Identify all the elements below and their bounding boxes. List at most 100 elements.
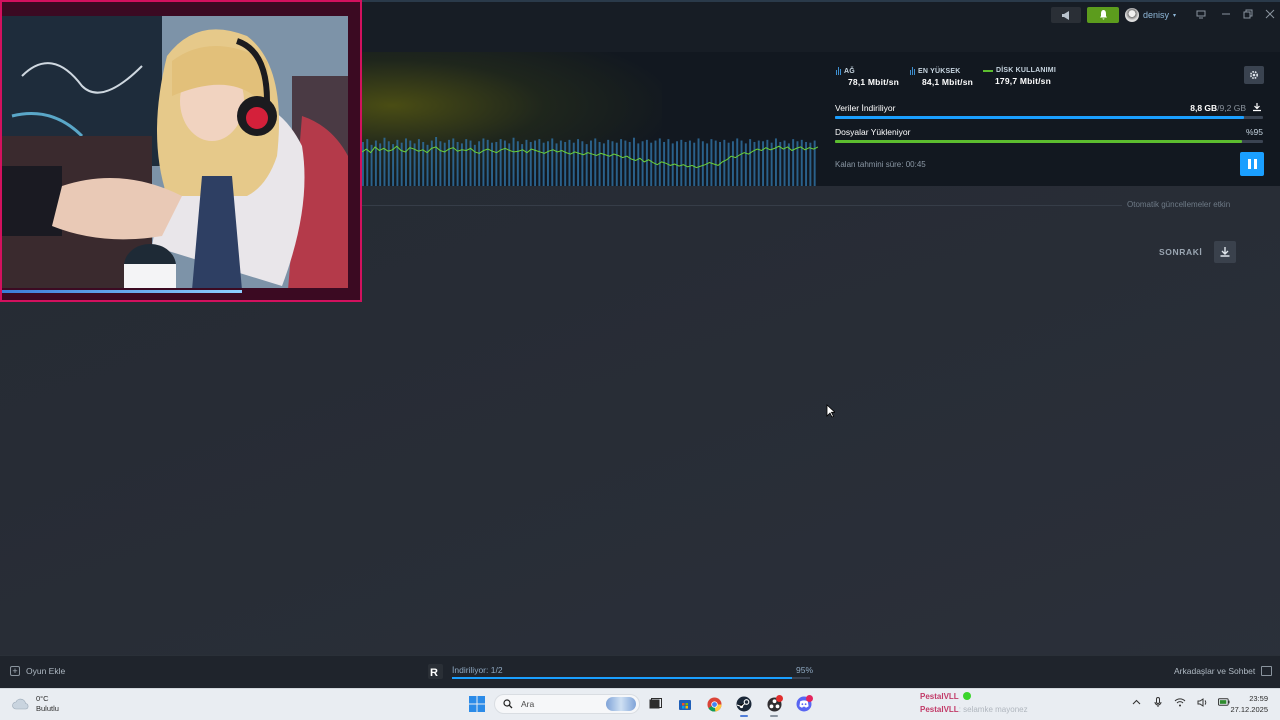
network-bar bbox=[452, 138, 455, 186]
network-bar bbox=[650, 142, 653, 186]
network-bar bbox=[688, 140, 691, 186]
stat-network-value: 78,1 Mbit/sn bbox=[848, 77, 900, 87]
network-bar bbox=[478, 141, 481, 186]
plus-icon: + bbox=[10, 666, 20, 676]
network-bar bbox=[577, 139, 580, 186]
announcements-button[interactable] bbox=[1051, 7, 1081, 23]
clock[interactable]: 23:59 27.12.2025 bbox=[1222, 693, 1268, 715]
downloading-percent: 95% bbox=[796, 665, 814, 675]
network-bar bbox=[581, 141, 584, 186]
network-bar bbox=[740, 140, 743, 186]
close-button[interactable] bbox=[1263, 8, 1277, 20]
taskbar-search[interactable]: Ara bbox=[494, 694, 640, 714]
network-bar bbox=[744, 143, 747, 186]
add-game-button[interactable]: + Oyun Ekle bbox=[10, 666, 65, 676]
network-bar bbox=[572, 142, 575, 186]
network-bar bbox=[495, 141, 498, 186]
network-bar bbox=[637, 143, 640, 186]
eta-text: Kalan tahmini süre: 00:45 bbox=[835, 160, 926, 169]
online-dot bbox=[962, 692, 971, 700]
gear-icon bbox=[1249, 70, 1259, 80]
cloud-icon bbox=[12, 698, 29, 710]
network-bar bbox=[456, 141, 459, 186]
bottom-download-progress-fill bbox=[452, 677, 793, 679]
windows-icon bbox=[469, 696, 485, 712]
taskview-button[interactable] bbox=[646, 695, 664, 713]
notification-badge bbox=[806, 695, 813, 702]
microphone-icon[interactable] bbox=[1152, 696, 1164, 708]
pause-button[interactable] bbox=[1240, 152, 1264, 176]
chrome-icon bbox=[706, 696, 722, 712]
store-button[interactable] bbox=[676, 695, 694, 713]
network-bar bbox=[559, 140, 562, 186]
data-download-progress-fill bbox=[835, 116, 1245, 119]
big-picture-button[interactable] bbox=[1194, 8, 1208, 20]
network-bar bbox=[723, 139, 726, 186]
network-bar bbox=[405, 138, 407, 186]
network-bar bbox=[615, 142, 618, 186]
bell-icon bbox=[1099, 10, 1107, 20]
network-bar bbox=[783, 140, 786, 186]
weather-desc: Bulutlu bbox=[36, 704, 59, 713]
minimize-button[interactable] bbox=[1219, 8, 1233, 20]
add-game-label: Oyun Ekle bbox=[26, 666, 66, 676]
network-bar bbox=[503, 140, 506, 186]
network-bar bbox=[499, 139, 502, 186]
network-bar bbox=[628, 141, 631, 186]
network-bar bbox=[645, 139, 648, 186]
bottom-download-progress bbox=[452, 677, 810, 679]
network-bar bbox=[762, 141, 765, 186]
files-progress-fill bbox=[835, 140, 1242, 143]
notifications-button[interactable] bbox=[1087, 7, 1119, 23]
stat-disk: DİSK KULLANIMI 179,7 Mbit/sn bbox=[983, 67, 1056, 86]
start-button[interactable] bbox=[468, 695, 486, 713]
chrome-button[interactable] bbox=[705, 695, 723, 713]
network-bar bbox=[392, 144, 395, 186]
steam-button[interactable] bbox=[735, 695, 753, 713]
network-bar bbox=[706, 143, 709, 186]
weather-widget[interactable]: 0°C Bulutlu bbox=[12, 694, 59, 714]
auto-updates-text: Otomatik güncellemeler etkin bbox=[1127, 200, 1231, 209]
restore-button[interactable] bbox=[1241, 8, 1255, 20]
system-tray bbox=[1130, 696, 1230, 708]
chat-icon bbox=[1261, 666, 1273, 676]
network-bar bbox=[727, 142, 730, 186]
download-icon bbox=[1220, 247, 1230, 257]
network-bar bbox=[594, 138, 597, 186]
wifi-icon[interactable] bbox=[1174, 696, 1186, 708]
network-bar bbox=[443, 142, 446, 186]
bar-chart-icon bbox=[910, 67, 915, 75]
network-bar bbox=[439, 141, 442, 186]
next-download-button[interactable] bbox=[1214, 241, 1236, 263]
network-bar bbox=[400, 142, 403, 186]
network-bar bbox=[611, 141, 614, 186]
discord-button[interactable] bbox=[795, 695, 813, 713]
active-app-indicator bbox=[740, 715, 748, 717]
download-settings-button[interactable] bbox=[1244, 66, 1264, 84]
network-bar bbox=[482, 138, 485, 186]
data-download-label: Veriler İndiriliyor bbox=[835, 103, 896, 113]
network-bar bbox=[787, 143, 790, 186]
avatar bbox=[1125, 8, 1139, 22]
recording-badge bbox=[776, 695, 783, 702]
network-bar bbox=[435, 137, 438, 186]
network-bar bbox=[701, 141, 704, 186]
volume-icon[interactable] bbox=[1196, 696, 1208, 708]
network-bar bbox=[779, 141, 782, 186]
network-bar bbox=[525, 139, 528, 186]
downloading-status[interactable]: İndiriliyor: 1/2 bbox=[452, 665, 503, 675]
data-download-progress bbox=[835, 116, 1263, 119]
network-bar bbox=[555, 143, 558, 186]
network-bar bbox=[486, 139, 489, 186]
network-bar bbox=[383, 137, 386, 186]
friends-chat-button[interactable]: Arkadaşlar ve Sohbet bbox=[1174, 666, 1273, 676]
chevron-up-icon[interactable] bbox=[1130, 696, 1142, 708]
mouse-cursor-icon bbox=[826, 404, 835, 418]
network-bar bbox=[680, 139, 683, 186]
obs-button[interactable] bbox=[765, 695, 783, 713]
stream-chat-overlay: PestalVLL PestalVLL: selamke mayonez bbox=[920, 690, 1028, 716]
chat-username: PestalVLL bbox=[920, 692, 959, 701]
pause-icon bbox=[1247, 159, 1251, 169]
network-bar bbox=[731, 141, 734, 186]
user-menu[interactable]: denisy ▾ bbox=[1125, 7, 1185, 23]
